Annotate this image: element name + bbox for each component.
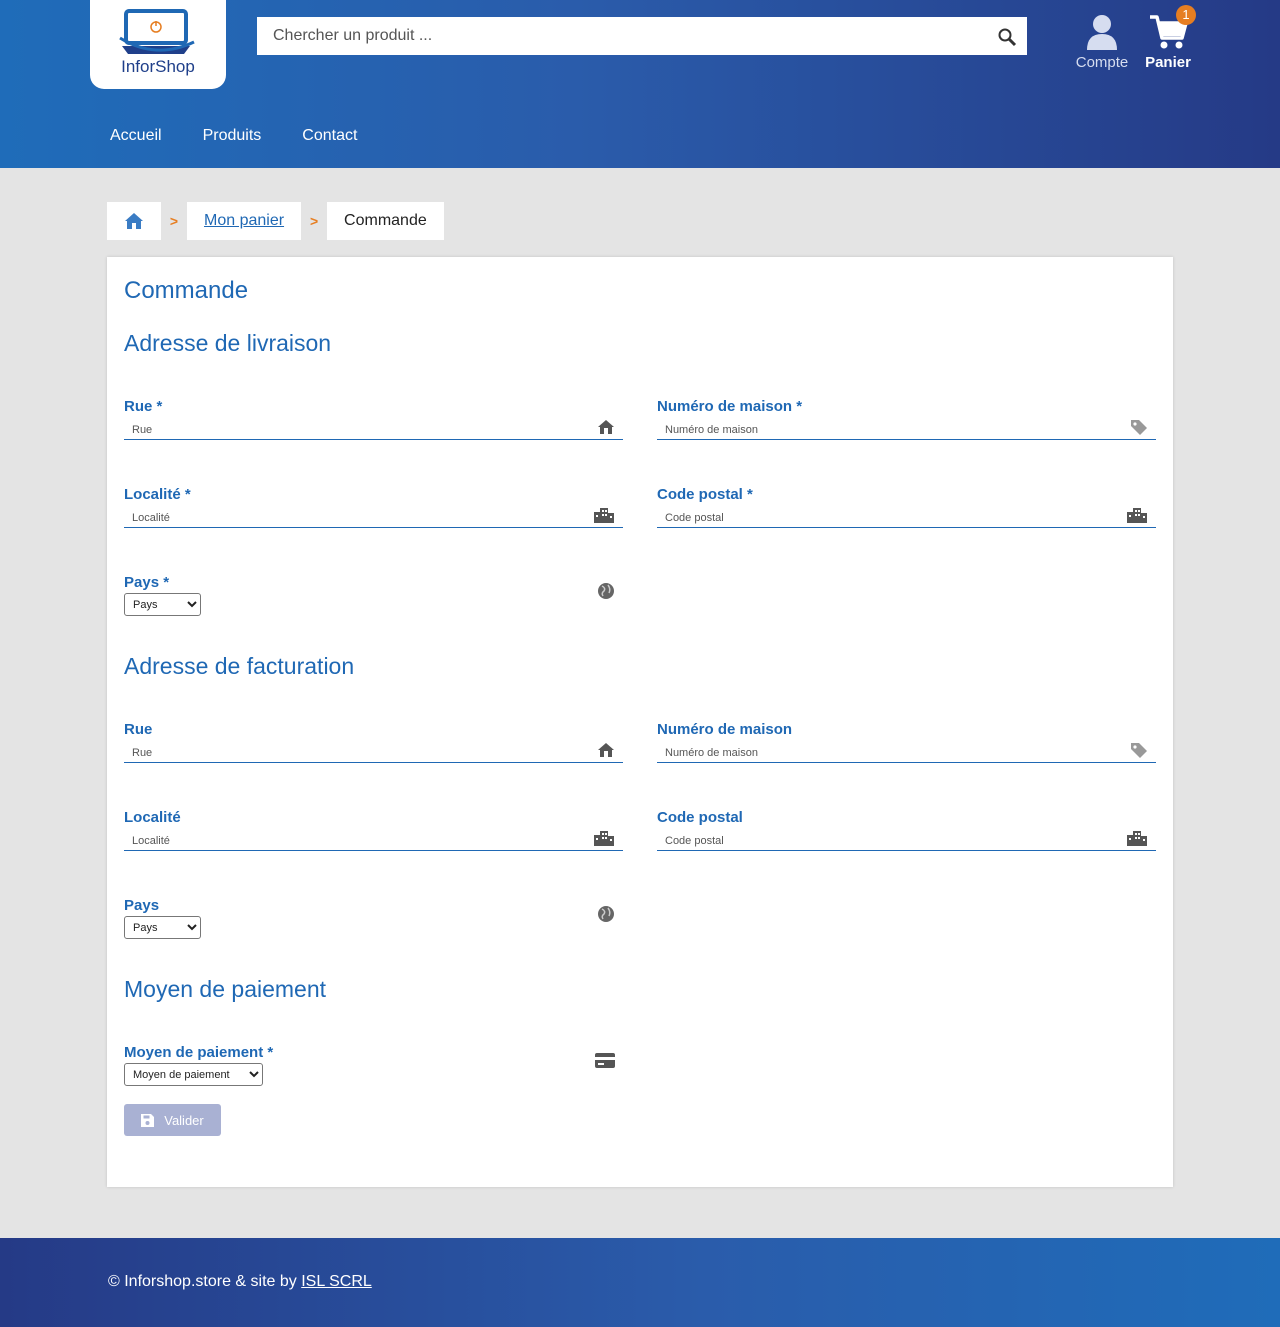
delivery-zip-label: Code postal * — [657, 486, 753, 503]
credit-card-icon — [595, 1053, 615, 1068]
delivery-zip-field — [657, 504, 1156, 529]
breadcrumb-cart: Mon panier — [187, 202, 302, 240]
delivery-house-label: Numéro de maison * — [657, 398, 803, 415]
breadcrumb-cart-link[interactable]: Mon panier — [204, 212, 284, 230]
page-title: Commande — [124, 277, 249, 304]
billing-zip-field — [657, 827, 1156, 852]
breadcrumb-separator: > — [309, 213, 319, 229]
search-input[interactable] — [257, 17, 977, 55]
delivery-country-label: Pays * — [124, 574, 170, 591]
cart-label: Panier — [1145, 54, 1191, 71]
city-icon — [594, 508, 614, 523]
order-form-card: Commande Adresse de livraison Rue * Numé… — [107, 257, 1173, 1187]
billing-street-input[interactable] — [124, 742, 564, 764]
tag-icon — [1131, 420, 1147, 435]
billing-zip-label: Code postal — [657, 809, 743, 826]
delivery-city-field — [124, 504, 623, 529]
footer-company-link[interactable]: ISL SCRL — [301, 1273, 372, 1290]
cart-count-badge: 1 — [1176, 5, 1196, 25]
laptop-logo-icon — [119, 9, 195, 54]
delivery-country-select[interactable]: Pays — [124, 593, 201, 616]
breadcrumb-home[interactable] — [107, 202, 161, 240]
city-icon — [1127, 508, 1147, 523]
billing-country-select[interactable]: Pays — [124, 916, 201, 939]
globe-icon — [598, 583, 614, 599]
submit-order-button[interactable]: Valider — [124, 1104, 221, 1136]
nav-produits[interactable]: Produits — [203, 127, 262, 145]
search-bar — [257, 17, 1027, 55]
billing-country-label: Pays — [124, 897, 160, 914]
footer-copyright: © Inforshop.store & site by — [108, 1273, 302, 1290]
home-icon — [125, 213, 143, 229]
nav-accueil[interactable]: Accueil — [110, 127, 162, 145]
globe-icon — [598, 906, 614, 922]
cart-button[interactable]: Panier 1 — [1140, 5, 1196, 71]
delivery-street-label: Rue * — [124, 398, 163, 415]
user-icon — [1087, 15, 1117, 50]
logo-text: InforShop — [121, 57, 195, 76]
city-icon — [1127, 831, 1147, 846]
search-icon[interactable] — [997, 27, 1017, 47]
breadcrumb-current: Commande — [327, 202, 444, 240]
account-button[interactable]: Compte — [1068, 14, 1136, 71]
delivery-street-field — [124, 416, 623, 441]
billing-city-field — [124, 827, 623, 852]
footer-text: © Inforshop.store & site by ISL SCRL — [108, 1273, 372, 1291]
delivery-heading: Adresse de livraison — [124, 330, 332, 356]
breadcrumb-separator: > — [169, 213, 179, 229]
payment-label: Moyen de paiement * — [124, 1044, 274, 1061]
billing-house-input[interactable] — [657, 742, 1097, 764]
delivery-street-input[interactable] — [124, 419, 564, 441]
tag-icon — [1131, 743, 1147, 758]
delivery-zip-input[interactable] — [657, 507, 1097, 529]
billing-house-label: Numéro de maison — [657, 721, 793, 738]
save-icon — [141, 1113, 155, 1127]
site-header: InforShop Compte Panier 1 Accueil Produi… — [0, 0, 1280, 168]
city-icon — [594, 831, 614, 846]
payment-heading: Moyen de paiement — [124, 976, 327, 1002]
delivery-house-field — [657, 416, 1156, 441]
main-nav: Accueil Produits Contact — [110, 127, 398, 145]
nav-contact[interactable]: Contact — [302, 127, 357, 145]
billing-city-input[interactable] — [124, 830, 564, 852]
house-icon — [598, 420, 614, 434]
payment-method-select[interactable]: Moyen de paiement — [124, 1063, 263, 1086]
breadcrumb: > Mon panier > Commande — [107, 202, 444, 240]
site-footer: © Inforshop.store & site by ISL SCRL — [0, 1238, 1280, 1327]
delivery-city-input[interactable] — [124, 507, 564, 529]
delivery-house-input[interactable] — [657, 419, 1097, 441]
house-icon — [598, 743, 614, 757]
billing-street-label: Rue — [124, 721, 153, 738]
billing-street-field — [124, 739, 623, 764]
billing-zip-input[interactable] — [657, 830, 1097, 852]
submit-label: Valider — [164, 1112, 204, 1128]
delivery-city-label: Localité * — [124, 486, 191, 503]
billing-heading: Adresse de facturation — [124, 653, 355, 679]
account-label: Compte — [1075, 54, 1129, 71]
billing-house-field — [657, 739, 1156, 764]
billing-city-label: Localité — [124, 809, 181, 826]
logo[interactable]: InforShop — [90, 0, 226, 89]
